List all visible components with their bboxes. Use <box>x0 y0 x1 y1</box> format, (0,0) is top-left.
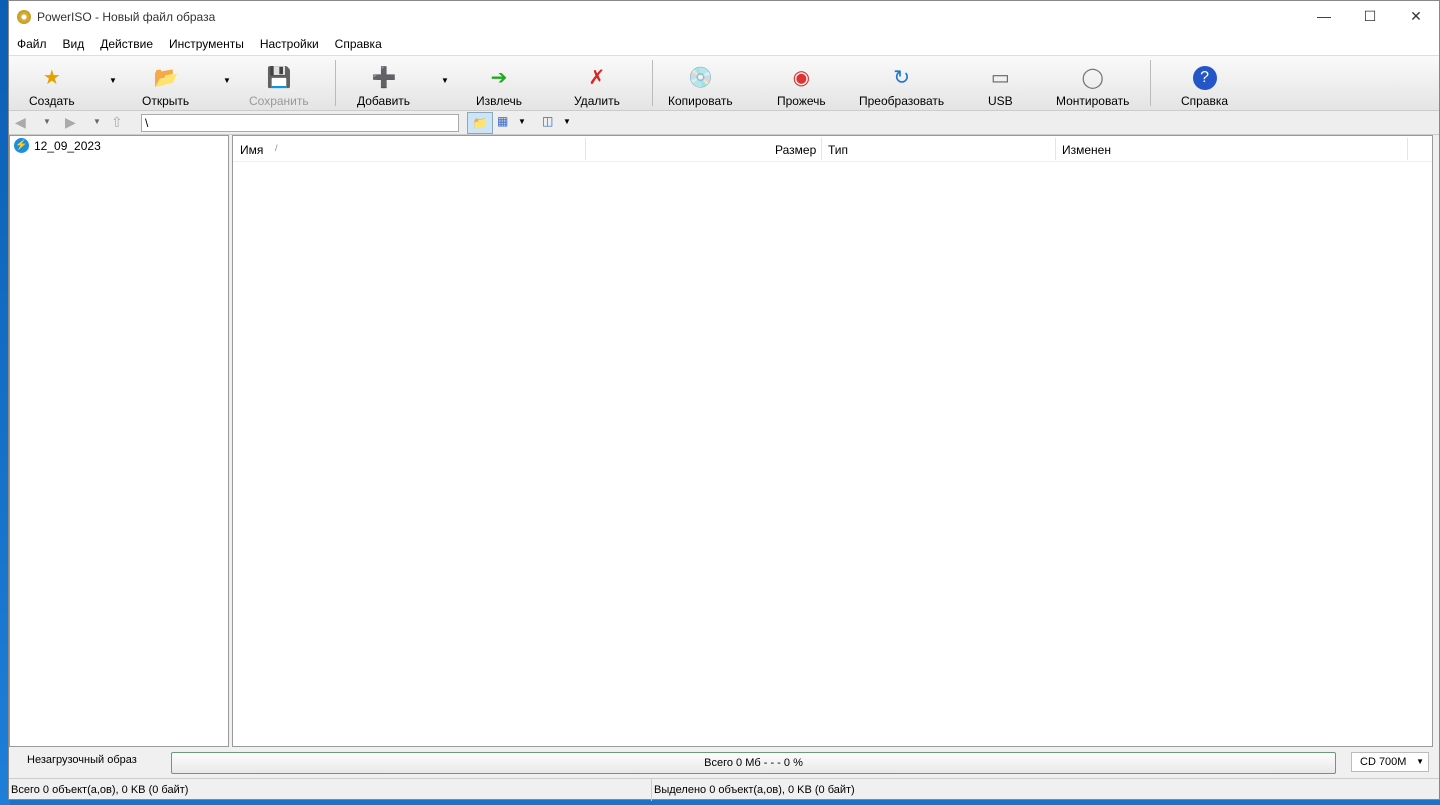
file-list: Имя / Размер Тип Изменен <box>232 135 1433 747</box>
burn-disc-icon: ◉ <box>792 67 811 89</box>
disc-copy-icon: 💿 <box>688 67 714 89</box>
folder-view-icon[interactable]: 📁 <box>467 112 493 134</box>
close-button[interactable]: ✕ <box>1393 1 1439 31</box>
disc-image-icon: ⚡ <box>14 138 29 153</box>
status-bar-top: Незагрузочный образ Всего 0 Мб - - - 0 %… <box>9 749 1439 775</box>
create-button[interactable]: ★ Создать <box>29 60 75 108</box>
capacity-progress-bar: Всего 0 Мб - - - 0 % <box>171 752 1336 774</box>
help-button[interactable]: ? Справка <box>1181 60 1228 108</box>
usb-drive-icon: ▭ <box>990 67 1010 89</box>
status-bar-bottom: Всего 0 объект(а,ов), 0 KB (0 байт) Выде… <box>9 778 1439 801</box>
minimize-button[interactable]: — <box>1301 1 1347 31</box>
boot-status: Незагрузочный образ <box>27 754 137 766</box>
menu-tools[interactable]: Инструменты <box>161 37 252 51</box>
mount-label: Монтировать <box>1056 94 1130 108</box>
column-modified[interactable]: Изменен <box>1062 143 1111 157</box>
layout-icon[interactable]: ◫ <box>542 114 553 128</box>
navigation-bar: ◀ ▼ ▶ ▼ ⇧ \ 📁 ▦ ▼ ◫ ▼ <box>9 111 1439 135</box>
menu-file[interactable]: Файл <box>9 37 55 51</box>
burn-label: Прожечь <box>777 94 826 108</box>
toolbar-separator <box>335 60 336 106</box>
sort-indicator-icon: / <box>275 143 278 153</box>
copy-button[interactable]: 💿 Копировать <box>668 60 733 108</box>
menu-action[interactable]: Действие <box>92 37 161 51</box>
extract-label: Извлечь <box>476 94 523 108</box>
column-type[interactable]: Тип <box>828 143 848 157</box>
title-bar: PowerISO - Новый файл образа — ☐ ✕ <box>9 1 1439 33</box>
tree-root-item[interactable]: ⚡ 12_09_2023 <box>10 136 228 155</box>
convert-label: Преобразовать <box>859 94 945 108</box>
column-headers: Имя / Размер Тип Изменен <box>233 136 1432 162</box>
save-label: Сохранить <box>249 94 309 108</box>
chevron-down-icon: ▼ <box>1416 757 1424 766</box>
disc-extract-icon: ➔ <box>490 67 508 89</box>
copy-label: Копировать <box>668 94 733 108</box>
create-dropdown-arrow[interactable]: ▼ <box>109 76 117 85</box>
address-field[interactable]: \ <box>141 114 459 132</box>
toolbar: ★ Создать ▼ 📂 Открыть ▼ 💾 Сохранить ➕ Добави… <box>9 55 1439 111</box>
capacity-text: Всего 0 Мб - - - 0 % <box>704 757 803 769</box>
delete-x-icon: ✗ <box>588 67 606 89</box>
add-button[interactable]: ➕ Добавить <box>357 60 410 108</box>
up-folder-icon[interactable]: ⇧ <box>111 114 123 131</box>
poweriso-window: PowerISO - Новый файл образа — ☐ ✕ Файл Ви… <box>8 0 1440 801</box>
selected-objects-status: Выделено 0 объект(а,ов), 0 KB (0 байт) <box>651 779 855 801</box>
folder-open-icon: 📂 <box>153 67 179 89</box>
help-icon: ? <box>1192 66 1217 90</box>
extract-button[interactable]: ➔ Извлечь <box>476 60 522 108</box>
delete-label: Удалить <box>574 94 620 108</box>
open-label: Открыть <box>142 94 190 108</box>
mount-button[interactable]: ◯ Монтировать <box>1056 60 1129 108</box>
open-button[interactable]: 📂 Открыть <box>142 60 189 108</box>
media-size-value: CD 700M <box>1360 756 1407 768</box>
window-title: PowerISO - Новый файл образа <box>37 10 216 24</box>
total-objects-status: Всего 0 объект(а,ов), 0 KB (0 байт) <box>11 784 189 796</box>
view-mode-dropdown-arrow[interactable]: ▼ <box>518 117 526 126</box>
usb-label: USB <box>988 94 1013 108</box>
back-dropdown-arrow[interactable]: ▼ <box>43 117 51 126</box>
convert-icon: ↻ <box>893 67 910 89</box>
app-icon <box>17 10 31 24</box>
media-size-select[interactable]: CD 700M ▼ <box>1351 752 1429 772</box>
layout-dropdown-arrow[interactable]: ▼ <box>563 117 571 126</box>
maximize-button[interactable]: ☐ <box>1347 1 1393 31</box>
view-mode-icon[interactable]: ▦ <box>497 114 508 128</box>
floppy-icon: 💾 <box>266 67 292 89</box>
mount-drive-icon: ◯ <box>1081 67 1104 89</box>
menu-view[interactable]: Вид <box>55 37 93 51</box>
toolbar-separator <box>652 60 653 106</box>
menu-bar: Файл Вид Действие Инструменты Настройки … <box>9 33 1439 55</box>
column-name[interactable]: Имя <box>240 143 263 157</box>
folder-tree: ⚡ 12_09_2023 <box>9 135 229 747</box>
back-icon[interactable]: ◀ <box>15 114 26 131</box>
menu-settings[interactable]: Настройки <box>252 37 327 51</box>
disc-add-icon: ➕ <box>371 67 397 89</box>
tree-root-label: 12_09_2023 <box>34 138 101 153</box>
create-label: Создать <box>29 94 75 108</box>
toolbar-separator <box>1150 60 1151 106</box>
menu-help[interactable]: Справка <box>327 37 390 51</box>
forward-dropdown-arrow[interactable]: ▼ <box>93 117 101 126</box>
usb-button[interactable]: ▭ USB <box>988 60 1013 108</box>
save-button[interactable]: 💾 Сохранить <box>249 60 309 108</box>
new-file-icon: ★ <box>42 67 61 89</box>
open-dropdown-arrow[interactable]: ▼ <box>223 76 231 85</box>
column-size[interactable]: Размер <box>775 143 816 157</box>
burn-button[interactable]: ◉ Прожечь <box>777 60 826 108</box>
convert-button[interactable]: ↻ Преобразовать <box>859 60 944 108</box>
help-label: Справка <box>1181 94 1229 108</box>
delete-button[interactable]: ✗ Удалить <box>574 60 620 108</box>
add-label: Добавить <box>357 94 411 108</box>
add-dropdown-arrow[interactable]: ▼ <box>441 76 449 85</box>
forward-icon[interactable]: ▶ <box>65 114 76 131</box>
